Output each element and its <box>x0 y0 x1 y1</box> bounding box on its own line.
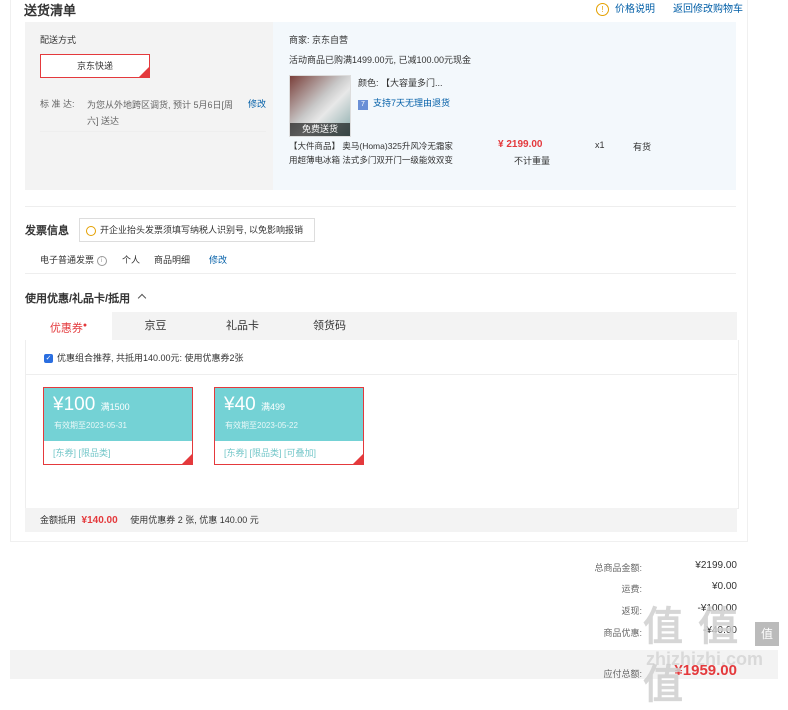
payable-label: 应付总额: <box>603 669 642 679</box>
standard-delivery-label: 标 准 达: <box>40 99 75 109</box>
tab-coupons[interactable]: 优惠券● <box>25 312 112 340</box>
combo-recommend[interactable]: ✓ 优惠组合推荐, 共抵用140.00元: 使用优惠券2张 <box>44 351 244 364</box>
tab-gift-card[interactable]: 礼品卡 <box>199 312 286 340</box>
coupon-card[interactable]: ¥100 满1500 有效期至2023-05-31 [东券] [限品类] <box>43 387 193 465</box>
standard-delivery-text: 为您从外地跨区调货, 预计 5月6日[周 六] 送达 <box>87 97 247 129</box>
coupon-amount: ¥40 满499 <box>224 394 286 415</box>
discount-summary: 金额抵用 ¥140.00 使用优惠券 2 张, 优惠 140.00 元 <box>40 515 259 526</box>
combo-text: 优惠组合推荐, 共抵用140.00元: 使用优惠券2张 <box>57 353 244 363</box>
selected-corner-icon <box>353 454 363 464</box>
section-title-shipping-list: 送货清单 <box>24 3 77 18</box>
goods-total-label: 总商品金额: <box>594 563 642 573</box>
section-divider-1 <box>25 206 736 207</box>
invoice-type: 电子普通发票 i <box>40 253 107 266</box>
section-divider-2 <box>25 273 736 274</box>
coupon-expiry: 有效期至2023-05-22 <box>225 421 298 430</box>
shipping-divider <box>40 131 266 132</box>
coupon-amount: ¥100 满1500 <box>53 394 130 415</box>
shipping-method-value: 京东快递 <box>76 61 113 71</box>
chevron-up-icon <box>137 293 147 303</box>
seller-label: 商家: 京东自营 <box>289 35 349 45</box>
product-thumbnail[interactable]: 免费送货 <box>289 75 351 137</box>
delivery-modify-link[interactable]: 修改 <box>248 97 266 110</box>
bulb-icon <box>86 225 96 236</box>
product-name[interactable]: 【大件商品】 奥马(Homa)325升风冷无霜家 用超薄电冰箱 法式多门双开门一… <box>289 139 453 167</box>
selected-corner-icon <box>139 67 149 77</box>
return-policy-icon: 7 <box>358 100 368 110</box>
invoice-holder: 个人 <box>122 255 141 265</box>
weight-note: 不计重量 <box>514 156 551 166</box>
selected-corner-icon <box>182 454 192 464</box>
coupon-tags: [东券] [限品类] <box>53 448 111 458</box>
shipping-method-label: 配送方式 <box>40 35 77 45</box>
product-name-line1: 【大件商品】 奥马(Homa)325升风冷无霜家 <box>289 141 453 151</box>
discount-title: 使用优惠/礼品卡/抵用 <box>25 293 131 305</box>
return-policy: 7 支持7天无理由退货 <box>358 96 450 110</box>
cashback-label: 返现: <box>621 606 642 616</box>
promo-text: 活动商品已购满1499.00元, 已减100.00元现金 <box>289 55 472 65</box>
product-qty: x1 <box>595 140 605 150</box>
checkbox-checked-icon[interactable]: ✓ <box>44 354 53 364</box>
product-price: ¥ 2199.00 <box>498 139 543 150</box>
invoice-modify-link[interactable]: 修改 <box>209 253 227 266</box>
invoice-detail: 商品明细 <box>154 255 191 265</box>
coupon-card[interactable]: ¥40 满499 有效期至2023-05-22 [东券] [限品类] [可叠加] <box>214 387 364 465</box>
invoice-tip-text: 开企业抬头发票须填写纳税人识别号, 以免影响报销 <box>100 225 304 235</box>
discount-summary-desc: 使用优惠券 2 张, 优惠 140.00 元 <box>130 515 259 525</box>
product-discount-label: 商品优惠: <box>603 628 642 638</box>
delivery-text-line1: 为您从外地跨区调货, 预计 5月6日[周 <box>87 100 234 110</box>
freight-value: ¥0.00 <box>711 581 737 592</box>
coupon-face: ¥100 满1500 有效期至2023-05-31 <box>44 388 192 441</box>
discount-toggle[interactable]: 使用优惠/礼品卡/抵用 <box>25 290 147 306</box>
watermark-site: zhizhizhi.com <box>646 649 763 669</box>
price-info-link[interactable]: ! 价格说明 <box>596 0 655 16</box>
watermark-badge: 值 <box>755 622 779 646</box>
coupon-tags: [东券] [限品类] [可叠加] <box>224 448 317 458</box>
coupon-expiry: 有效期至2023-05-31 <box>54 421 127 430</box>
freight-label: 运费: <box>621 584 642 594</box>
info-circle-icon[interactable]: i <box>96 255 107 266</box>
discount-summary-amount: ¥140.00 <box>81 515 118 526</box>
discount-tabs: 优惠券● 京豆 礼品卡 领货码 <box>25 312 737 340</box>
invoice-title: 发票信息 <box>25 225 69 237</box>
goods-total-value: ¥2199.00 <box>695 560 737 571</box>
shipping-method-option[interactable]: 京东快递 <box>40 54 150 78</box>
info-circle-icon: ! <box>596 2 609 16</box>
product-color: 颜色: 【大容量多门... <box>358 78 443 88</box>
invoice-tip-box: 开企业抬头发票须填写纳税人识别号, 以免影响报销 <box>79 218 315 242</box>
tab-jingdou[interactable]: 京豆 <box>112 312 199 340</box>
tab-redeem-code[interactable]: 领货码 <box>286 312 373 340</box>
free-delivery-badge: 免费送货 <box>290 123 350 136</box>
stock-status: 有货 <box>633 142 652 152</box>
coupon-divider <box>26 374 737 375</box>
coupon-face: ¥40 满499 有效期至2023-05-22 <box>215 388 363 441</box>
delivery-text-line2: 六] 送达 <box>87 116 120 126</box>
product-name-line2: 用超薄电冰箱 法式多门双开门一级能效双变 <box>289 155 453 165</box>
back-to-cart-link[interactable]: 返回修改购物车 <box>673 0 743 15</box>
